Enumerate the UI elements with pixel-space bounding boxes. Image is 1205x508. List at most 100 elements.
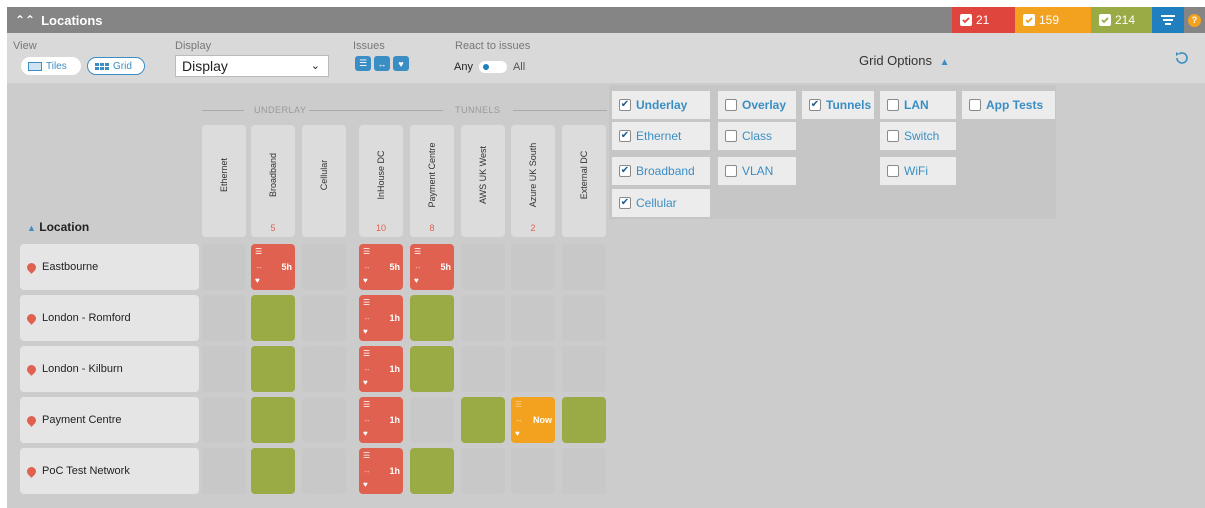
location-row-label[interactable]: Payment Centre [20, 397, 199, 443]
status-cell[interactable]: ☰ ↔ ♥ 5h [410, 244, 454, 290]
checkbox-unchecked-icon[interactable] [887, 99, 899, 111]
view-grid-button[interactable]: Grid [87, 57, 145, 75]
react-toggle[interactable]: Any All [454, 58, 525, 76]
column-header[interactable]: AWS UK West [461, 125, 505, 237]
status-cell[interactable]: ☰ ↔ ♥ 1h [359, 448, 403, 494]
status-cell[interactable]: ☰ ↔ ♥ 5h [359, 244, 403, 290]
sort-location[interactable]: ▲ Location [27, 220, 89, 234]
issue-filter-link[interactable]: ↔ [374, 56, 390, 71]
issue-filter-tunnel[interactable]: ☰ [355, 56, 371, 71]
grid-option-lan[interactable]: LAN [880, 91, 956, 119]
location-row-label[interactable]: Eastbourne [20, 244, 199, 290]
grid-option-app-tests[interactable]: App Tests [962, 91, 1055, 119]
badge-ok[interactable]: 214 [1091, 7, 1152, 33]
status-cell[interactable] [302, 244, 346, 290]
status-cell[interactable] [302, 448, 346, 494]
status-cell[interactable] [562, 346, 606, 392]
status-cell[interactable]: ☰ ↔ ♥ 1h [359, 295, 403, 341]
checkbox-checked-icon[interactable]: ✔ [809, 99, 821, 111]
status-cell[interactable]: ☰ ↔ ♥ 1h [359, 397, 403, 443]
location-row-label[interactable]: PoC Test Network [20, 448, 199, 494]
status-cell[interactable] [562, 397, 606, 443]
column-header[interactable]: Broadband 5 [251, 125, 295, 237]
badge-critical[interactable]: 21 [952, 7, 1015, 33]
grid-options-toggle[interactable]: Grid Options ▲ [859, 53, 950, 68]
filter-button[interactable] [1152, 7, 1184, 33]
checkbox-unchecked-icon[interactable] [725, 130, 737, 142]
map-pin-icon [25, 464, 38, 478]
status-cell[interactable] [302, 295, 346, 341]
grid-option-tunnels[interactable]: ✔ Tunnels [802, 91, 874, 119]
collapse-toggle[interactable]: ⌃⌃ Locations [15, 7, 103, 33]
status-cell[interactable] [410, 448, 454, 494]
checkbox-checked-icon[interactable]: ✔ [619, 99, 631, 111]
tiles-icon [28, 61, 42, 71]
checkbox-unchecked-icon[interactable] [725, 165, 737, 177]
column-header[interactable]: External DC [562, 125, 606, 237]
status-cell[interactable] [410, 295, 454, 341]
arrows-icon: ↔ [377, 58, 387, 69]
grid-option-cellular[interactable]: ✔ Cellular [612, 189, 710, 217]
status-cell[interactable] [410, 346, 454, 392]
status-cell[interactable] [461, 346, 505, 392]
badge-warning[interactable]: 159 [1015, 7, 1091, 33]
status-cell[interactable]: ☰ ↔ ♥ 1h [359, 346, 403, 392]
refresh-button[interactable] [1174, 50, 1190, 66]
status-cell[interactable] [202, 346, 246, 392]
status-cell[interactable] [410, 397, 454, 443]
column-header[interactable]: Azure UK South 2 [511, 125, 555, 237]
status-cell[interactable] [461, 295, 505, 341]
status-cell[interactable] [202, 448, 246, 494]
column-header[interactable]: Cellular [302, 125, 346, 237]
status-cell[interactable] [562, 448, 606, 494]
status-cell[interactable]: ☰ ↔ ♥ Now [511, 397, 555, 443]
grid-option-broadband[interactable]: ✔ Broadband [612, 157, 710, 185]
status-cell[interactable] [202, 397, 246, 443]
checkbox-checked-icon[interactable]: ✔ [619, 165, 631, 177]
grid-option-overlay[interactable]: Overlay [718, 91, 796, 119]
status-cell[interactable] [302, 346, 346, 392]
checkbox-unchecked-icon[interactable] [887, 165, 899, 177]
status-cell[interactable] [302, 397, 346, 443]
grid-option-vlan[interactable]: VLAN [718, 157, 796, 185]
display-select[interactable]: Display ⌄ [175, 55, 329, 77]
grid-option-label: LAN [904, 98, 929, 112]
column-header[interactable]: Payment Centre 8 [410, 125, 454, 237]
status-cell[interactable] [562, 244, 606, 290]
status-cell[interactable] [461, 244, 505, 290]
help-button[interactable]: ? [1184, 7, 1205, 33]
grid-option-underlay[interactable]: ✔ Underlay [612, 91, 710, 119]
status-cell[interactable] [511, 295, 555, 341]
title-bar: ⌃⌃ Locations 21 159 214 ? [7, 7, 1205, 33]
issue-filter-health[interactable]: ♥ [393, 56, 409, 71]
react-switch[interactable] [478, 61, 507, 73]
status-cell[interactable] [511, 448, 555, 494]
column-header[interactable]: InHouse DC 10 [359, 125, 403, 237]
status-cell[interactable] [251, 346, 295, 392]
column-header[interactable]: Ethernet [202, 125, 246, 237]
status-cell[interactable] [202, 295, 246, 341]
view-tiles-button[interactable]: Tiles [21, 57, 81, 75]
location-row-label[interactable]: London - Kilburn [20, 346, 199, 392]
status-cell[interactable]: ☰ ↔ ♥ 5h [251, 244, 295, 290]
grid-option-switch[interactable]: Switch [880, 122, 956, 150]
location-row-label[interactable]: London - Romford [20, 295, 199, 341]
status-cell[interactable] [251, 397, 295, 443]
grid-option-wifi[interactable]: WiFi [880, 157, 956, 185]
status-cell[interactable] [562, 295, 606, 341]
grid-option-ethernet[interactable]: ✔ Ethernet [612, 122, 710, 150]
status-cell[interactable] [511, 346, 555, 392]
checkbox-unchecked-icon[interactable] [725, 99, 737, 111]
status-cell[interactable] [511, 244, 555, 290]
status-cell[interactable] [251, 295, 295, 341]
checkbox-checked-icon[interactable]: ✔ [619, 197, 631, 209]
checkbox-checked-icon[interactable]: ✔ [619, 130, 631, 142]
grid-option-class[interactable]: Class [718, 122, 796, 150]
checkbox-unchecked-icon[interactable] [969, 99, 981, 111]
status-cell[interactable] [461, 397, 505, 443]
status-cell[interactable] [251, 448, 295, 494]
status-cell[interactable] [461, 448, 505, 494]
heart-icon: ♥ [363, 429, 368, 438]
checkbox-unchecked-icon[interactable] [887, 130, 899, 142]
status-cell[interactable] [202, 244, 246, 290]
